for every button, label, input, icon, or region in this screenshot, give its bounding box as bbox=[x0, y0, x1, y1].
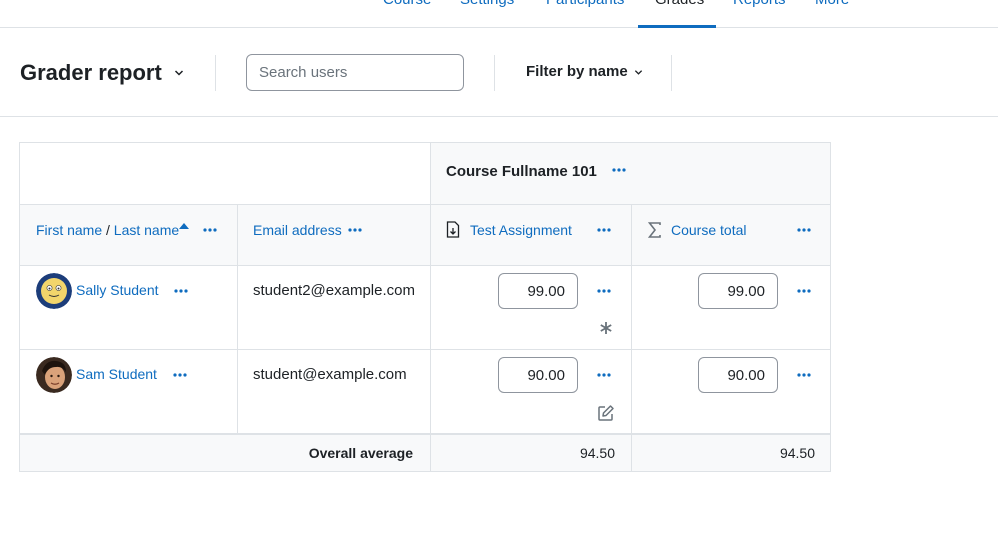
grade-cell-actions-icon[interactable] bbox=[596, 367, 612, 383]
grid-line bbox=[20, 204, 830, 205]
overall-average-course-total: 94.50 bbox=[779, 445, 815, 461]
first-name-sort-link[interactable]: First name bbox=[36, 222, 102, 238]
student-name-link[interactable]: Sam Student bbox=[76, 365, 157, 383]
student-actions-icon[interactable] bbox=[172, 367, 188, 383]
sigma-icon bbox=[648, 222, 661, 238]
name-separator: / bbox=[106, 222, 110, 238]
course-total-cell-actions-icon[interactable] bbox=[796, 283, 812, 299]
email-column-actions-icon[interactable] bbox=[347, 222, 363, 238]
last-name-sort-link[interactable]: Last name bbox=[114, 222, 179, 238]
page-title[interactable]: Grader report bbox=[20, 60, 162, 86]
tab-grades[interactable]: Grades bbox=[655, 0, 704, 10]
grid-line bbox=[631, 204, 632, 471]
course-name-header: Course Fullname 101 bbox=[446, 163, 597, 180]
course-total-grade-input[interactable] bbox=[698, 357, 778, 393]
course-total-grade-input[interactable] bbox=[698, 273, 778, 309]
tab-settings[interactable]: Settings bbox=[460, 0, 514, 10]
avatar[interactable] bbox=[36, 273, 72, 309]
avatar[interactable] bbox=[36, 357, 72, 393]
grid-line bbox=[20, 349, 830, 350]
course-total-actions-icon[interactable] bbox=[796, 222, 812, 238]
divider bbox=[215, 55, 216, 91]
divider bbox=[494, 55, 495, 91]
grid-line bbox=[430, 143, 431, 471]
filter-by-name-label: Filter by name bbox=[526, 63, 628, 80]
course-total-link[interactable]: Course total bbox=[671, 221, 746, 239]
tab-reports[interactable]: Reports bbox=[733, 0, 786, 10]
assignment-grade-input[interactable] bbox=[498, 357, 578, 393]
secondary-navigation: Course Settings Participants Grades Repo… bbox=[0, 0, 998, 28]
student-actions-icon[interactable] bbox=[173, 283, 189, 299]
grade-cell-actions-icon[interactable] bbox=[596, 283, 612, 299]
tab-participants[interactable]: Participants bbox=[546, 0, 624, 10]
student-name-link[interactable]: Sally Student bbox=[76, 281, 159, 299]
name-sort-header: First name / Last name bbox=[36, 221, 179, 239]
sort-ascending-icon bbox=[179, 223, 189, 229]
assignment-grade-input[interactable] bbox=[498, 273, 578, 309]
student-email: student@example.com bbox=[253, 366, 407, 383]
student-email: student2@example.com bbox=[253, 282, 415, 299]
overall-average-label: Overall average bbox=[308, 445, 413, 461]
assignment-column-actions-icon[interactable] bbox=[596, 222, 612, 238]
grid-line bbox=[20, 265, 830, 266]
filter-by-name-button[interactable]: Filter by name bbox=[526, 62, 643, 82]
search-users-input[interactable] bbox=[246, 54, 464, 91]
assignment-icon bbox=[446, 221, 460, 238]
asterisk-icon bbox=[600, 322, 612, 334]
test-assignment-link[interactable]: Test Assignment bbox=[470, 221, 572, 239]
course-actions-menu-icon[interactable] bbox=[611, 162, 627, 178]
grid-line bbox=[237, 204, 238, 433]
overall-row-bg bbox=[20, 433, 830, 471]
grader-table: Course Fullname 101 First name / Last na… bbox=[19, 142, 831, 472]
course-total-cell-actions-icon[interactable] bbox=[796, 367, 812, 383]
chevron-down-icon[interactable] bbox=[174, 68, 184, 78]
chevron-down-icon bbox=[634, 69, 643, 75]
tertiary-navigation: Grader report Filter by name bbox=[0, 28, 998, 117]
divider bbox=[671, 55, 672, 91]
name-column-actions-icon[interactable] bbox=[202, 222, 218, 238]
email-sort-link[interactable]: Email address bbox=[253, 221, 342, 239]
edit-icon bbox=[598, 405, 614, 421]
grid-line bbox=[20, 434, 830, 435]
tab-more[interactable]: More bbox=[815, 0, 849, 10]
tab-course[interactable]: Course bbox=[383, 0, 431, 10]
overall-average-assignment: 94.50 bbox=[579, 445, 615, 461]
